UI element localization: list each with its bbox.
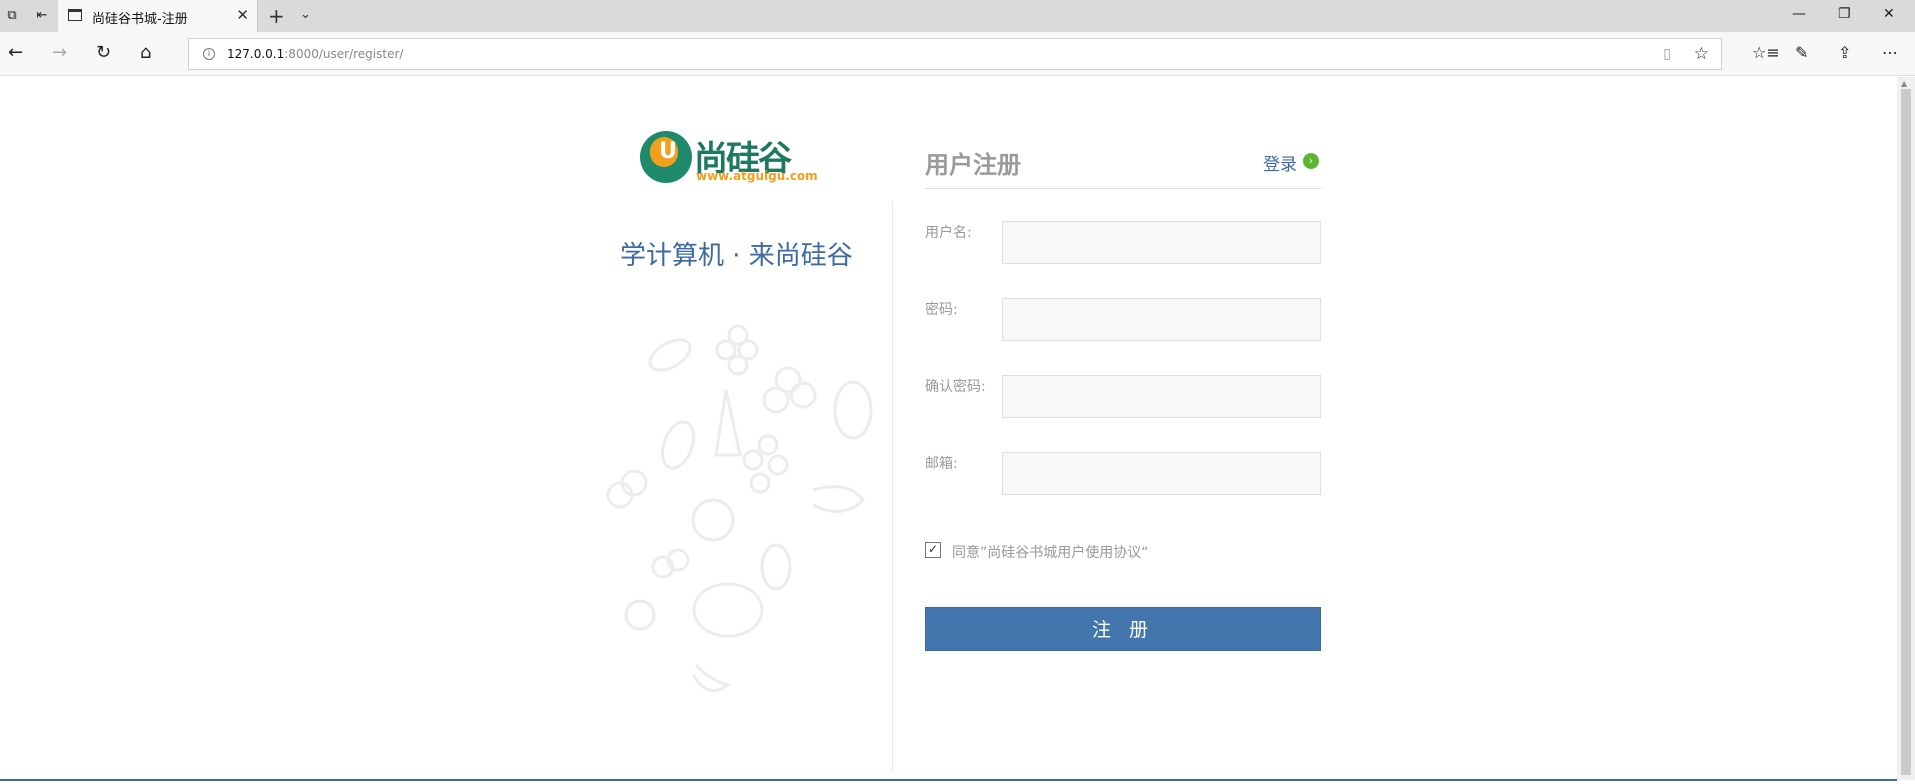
url-text[interactable]: 127.0.0.1:8000/user/register/ (227, 47, 403, 61)
browser-tab-bar: ⧉ ⇤ 尚硅谷书城-注册 ✕ + ⌄ — ❐ ✕ (0, 0, 1915, 32)
logo-u-mark: U (659, 139, 677, 164)
username-label: 用户名: (925, 225, 972, 241)
agree-label: 同意”尚硅谷书城用户使用协议“ (952, 545, 1149, 561)
page-icon (68, 9, 82, 21)
window-close-icon[interactable]: ✕ (1883, 6, 1895, 22)
page-title: 用户注册 (925, 151, 1021, 179)
tab-title: 尚硅谷书城-注册 (92, 12, 188, 27)
page-scrollbar[interactable]: ▲ (1897, 77, 1915, 780)
site-info-icon[interactable]: i (203, 48, 215, 60)
scroll-up-icon[interactable]: ▲ (1901, 79, 1907, 88)
favorite-star-icon[interactable]: ☆ (1694, 44, 1709, 64)
more-icon[interactable]: ⋯ (1882, 43, 1898, 63)
set-aside-tabs-icon[interactable]: ⇤ (34, 8, 50, 24)
back-icon[interactable]: ← (8, 43, 23, 63)
agree-checkbox[interactable]: ✓ (925, 542, 941, 558)
confirm-password-input[interactable] (1002, 375, 1321, 418)
bottom-border (0, 779, 1897, 781)
register-button[interactable]: 注 册 (925, 607, 1321, 651)
atguigu-logo: U 尚硅谷 www.atguigu.com (640, 129, 820, 189)
home-icon[interactable]: ⌂ (140, 43, 151, 63)
reading-view-icon[interactable]: ▯ (1663, 46, 1671, 62)
email-input[interactable] (1002, 452, 1321, 495)
heading-divider (925, 188, 1321, 189)
pen-icon[interactable]: ✎ (1795, 43, 1808, 63)
slogan: 学计算机 · 来尚硅谷 (620, 241, 853, 271)
minimize-icon[interactable]: — (1792, 6, 1806, 22)
address-bar[interactable]: i 127.0.0.1:8000/user/register/ ▯ ☆ (188, 38, 1722, 70)
username-input[interactable] (1002, 221, 1321, 264)
login-link[interactable]: 登录 (1263, 150, 1297, 175)
arrow-right-icon[interactable]: › (1303, 153, 1319, 169)
food-illustration (606, 324, 873, 693)
browser-tab[interactable]: 尚硅谷书城-注册 ✕ (58, 0, 258, 32)
logo-site-text: www.atguigu.com (696, 169, 818, 183)
email-label: 邮箱: (925, 456, 958, 472)
confirm-password-label: 确认密码: (925, 379, 986, 395)
forward-icon[interactable]: → (52, 43, 67, 63)
close-tab-icon[interactable]: ✕ (236, 6, 249, 24)
refresh-icon[interactable]: ↻ (96, 43, 111, 63)
password-label: 密码: (925, 302, 958, 318)
tab-actions-icon[interactable]: ⧉ (4, 8, 20, 24)
favorites-list-icon[interactable]: ☆≡ (1752, 43, 1780, 63)
browser-toolbar: ← → ↻ ⌂ i 127.0.0.1:8000/user/register/ … (0, 32, 1915, 76)
password-input[interactable] (1002, 298, 1321, 341)
scrollbar-thumb[interactable] (1901, 89, 1911, 775)
restore-icon[interactable]: ❐ (1838, 6, 1851, 22)
chevron-down-icon[interactable]: ⌄ (300, 7, 311, 22)
page-content: U 尚硅谷 www.atguigu.com 学计算机 · 来尚硅谷 用户注册 登… (0, 77, 1897, 780)
column-divider (892, 202, 893, 772)
share-icon[interactable]: ⇪ (1838, 43, 1851, 63)
new-tab-icon[interactable]: + (268, 4, 285, 28)
